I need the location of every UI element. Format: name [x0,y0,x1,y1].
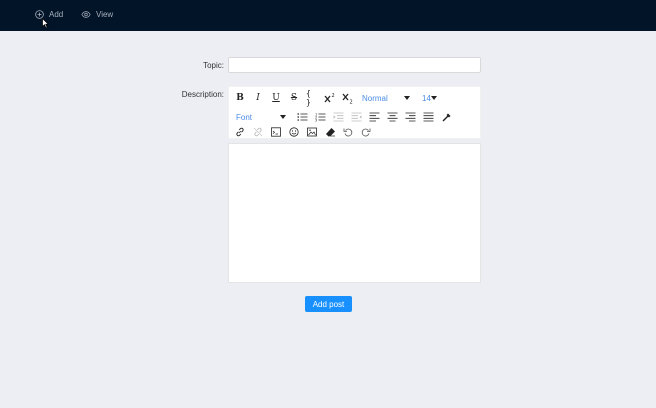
image-icon[interactable] [306,126,318,138]
nav-add-link[interactable]: Add [35,10,63,19]
ordered-list-icon[interactable]: 123 [314,111,326,123]
align-right-icon[interactable] [404,111,416,123]
code-icon[interactable]: { } [306,89,318,107]
top-navigation-bar: Add View [0,0,656,31]
add-post-button[interactable]: Add post [305,296,352,312]
underline-icon[interactable]: U [270,92,282,104]
align-justify-icon[interactable] [422,111,434,123]
font-family-dropdown[interactable]: Font [236,111,286,123]
topic-input[interactable] [228,57,481,73]
block-type-dropdown[interactable]: Normal [362,92,410,104]
chevron-down-icon [404,96,410,100]
outdent-icon[interactable] [350,111,362,123]
align-center-icon[interactable] [386,111,398,123]
svg-text:2: 2 [350,100,353,105]
font-size-dropdown[interactable]: 14 [422,92,437,104]
undo-icon[interactable] [342,126,354,138]
svg-text:2: 2 [332,93,335,99]
color-picker-icon[interactable] [441,111,453,123]
eye-icon [81,11,91,18]
description-editor[interactable] [228,143,481,283]
editor-toolbar: B I U S { } 2 2 Normal 14 Font 123 [228,86,481,139]
align-left-icon[interactable] [368,111,380,123]
bold-icon[interactable]: B [234,92,246,104]
nav-view-label: View [96,10,114,19]
subscript-icon[interactable]: 2 [342,92,354,104]
unlink-icon[interactable] [252,126,264,138]
block-type-value: Normal [362,93,388,103]
font-size-value: 14 [422,93,431,103]
mouse-cursor-icon [42,18,49,29]
description-label: Description: [181,90,224,99]
superscript-icon[interactable]: 2 [324,92,336,104]
emoji-icon[interactable] [288,126,300,138]
link-icon[interactable] [234,126,246,138]
svg-text:3: 3 [315,118,317,122]
font-family-value: Font [236,112,253,122]
eraser-icon[interactable] [324,126,336,138]
nav-view-link[interactable]: View [81,10,113,19]
strikethrough-icon[interactable]: S [288,92,300,104]
chevron-down-icon [280,115,286,119]
unordered-list-icon[interactable] [296,111,308,123]
redo-icon[interactable] [360,126,372,138]
italic-icon[interactable]: I [252,92,264,104]
topic-label: Topic: [203,61,224,70]
embedded-icon[interactable] [270,126,282,138]
nav-add-label: Add [49,10,64,19]
indent-icon[interactable] [332,111,344,123]
chevron-down-icon [431,96,437,100]
